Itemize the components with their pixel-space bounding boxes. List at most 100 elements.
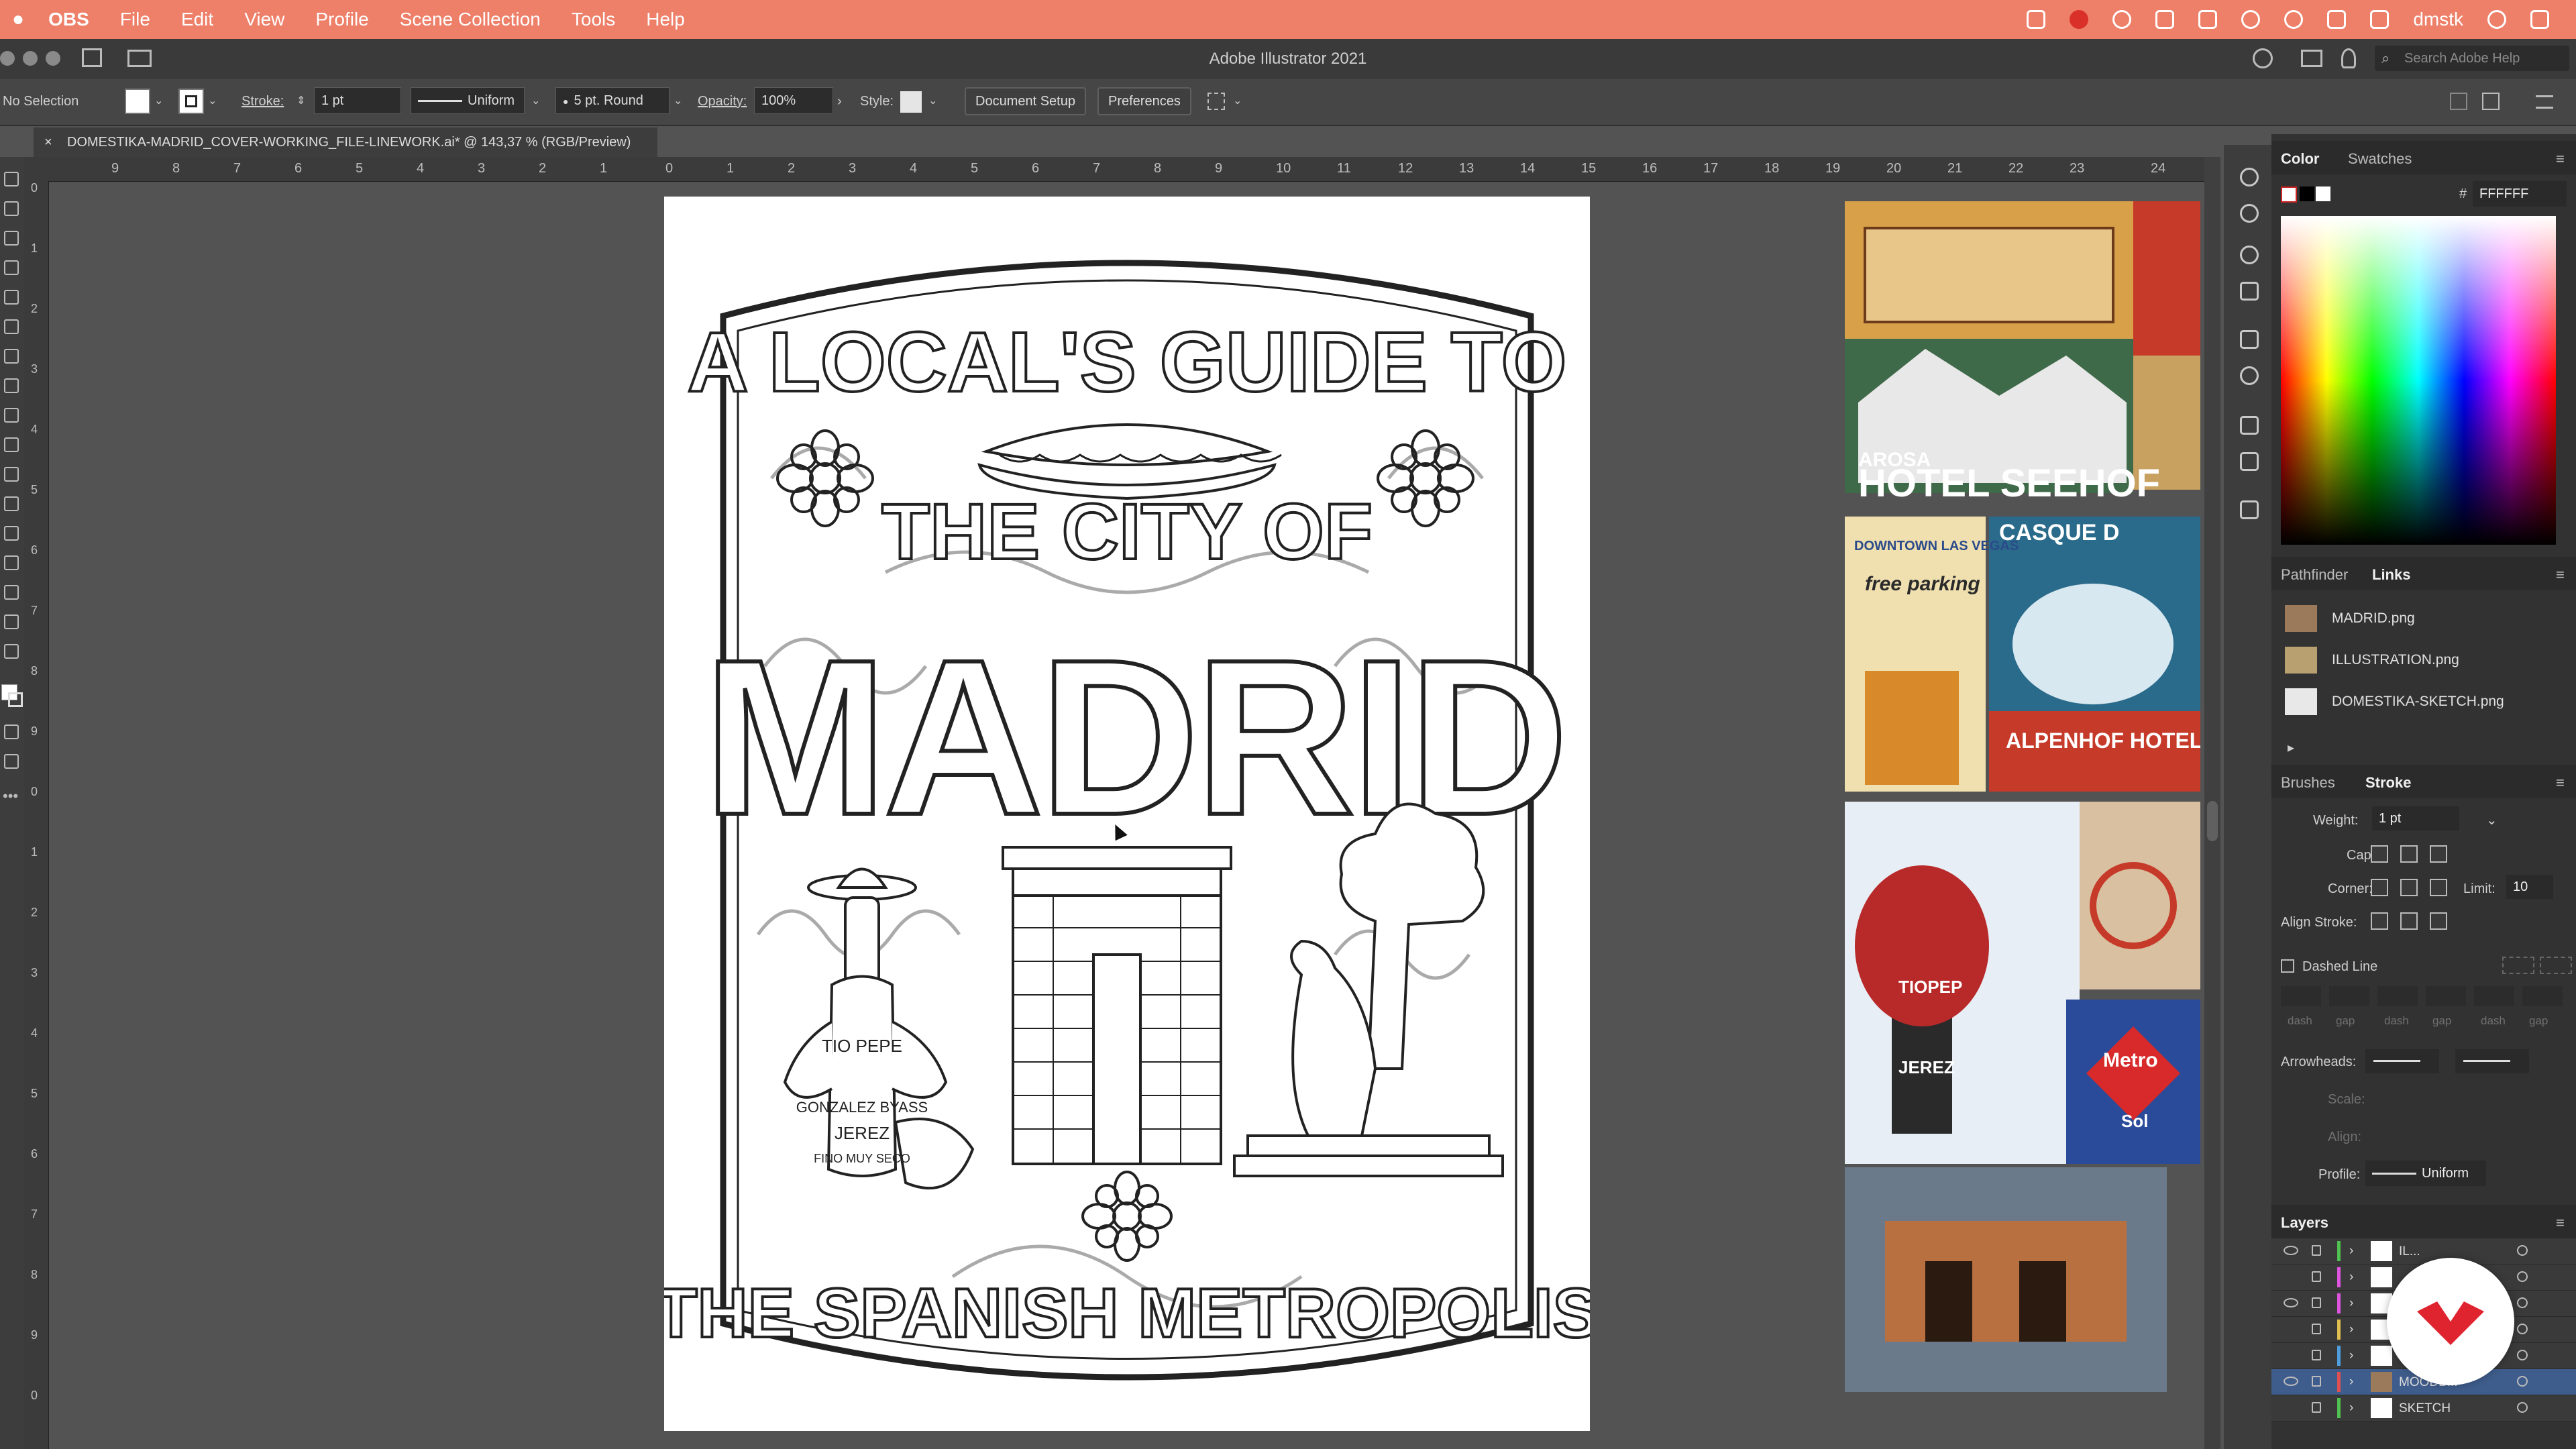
menu-app-name[interactable]: OBS <box>48 9 89 30</box>
tab-color[interactable]: Color <box>2281 150 2319 168</box>
apple-icon[interactable]: ● <box>12 8 24 31</box>
layer-target-icon[interactable] <box>2517 1350 2528 1360</box>
dash-fields[interactable] <box>2281 986 2569 1008</box>
arrange-documents-icon[interactable] <box>2301 50 2322 67</box>
shape-builder-tool-icon[interactable] <box>4 555 19 570</box>
rotate-tool-icon[interactable] <box>4 378 19 393</box>
bluetooth-icon[interactable] <box>2241 10 2261 29</box>
menu-scene-collection[interactable]: Scene Collection <box>400 9 541 30</box>
tab-pathfinder[interactable]: Pathfinder <box>2281 566 2348 584</box>
export-panel-icon[interactable] <box>2240 500 2259 519</box>
limit-field[interactable]: 10 <box>2506 875 2553 899</box>
control-bar-menu-icon[interactable] <box>2536 95 2553 109</box>
warp-tool-icon[interactable] <box>4 437 19 452</box>
align-inside-icon[interactable] <box>2400 912 2418 930</box>
stroke-panel-menu-icon[interactable]: ≡ <box>2556 774 2565 792</box>
direct-selection-tool-icon[interactable] <box>4 201 19 216</box>
hex-input[interactable]: FFFFFF <box>2473 181 2567 207</box>
lock-icon[interactable] <box>2312 1271 2321 1282</box>
weight-dropdown-icon[interactable]: ⌄ <box>2486 812 2498 828</box>
share-icon[interactable] <box>2253 48 2273 68</box>
layer-target-icon[interactable] <box>2517 1402 2528 1413</box>
layers-panel-title[interactable]: Layers <box>2281 1214 2328 1232</box>
lock-icon[interactable] <box>2312 1402 2321 1413</box>
stroke-label[interactable]: Stroke: <box>241 94 284 109</box>
close-document-icon[interactable]: × <box>44 135 52 150</box>
style-dropdown-icon[interactable]: ⌄ <box>928 94 937 107</box>
creative-cloud-icon[interactable] <box>2027 10 2046 29</box>
dash-align-corners-icon[interactable] <box>2502 957 2534 974</box>
type-tool-icon[interactable] <box>4 349 19 364</box>
draw-mode-icon[interactable] <box>4 724 19 739</box>
tab-links[interactable]: Links <box>2372 566 2410 584</box>
brush-dropdown-icon[interactable]: ⌄ <box>674 94 682 107</box>
color-panel-menu-icon[interactable]: ≡ <box>2556 150 2565 168</box>
round-join-icon[interactable] <box>2400 879 2418 896</box>
layers-panel-menu-icon[interactable]: ≡ <box>2556 1214 2565 1232</box>
graphic-style-swatch[interactable] <box>900 91 922 113</box>
butt-cap-icon[interactable] <box>2371 845 2388 863</box>
vertical-ruler[interactable]: 0 1 2 3 4 5 6 7 8 9 0 1 2 3 4 5 6 7 8 9 … <box>24 181 49 1449</box>
variable-width-profile[interactable]: Uniform <box>411 87 525 114</box>
eyedropper-tool-icon[interactable] <box>4 496 19 511</box>
canvas-vertical-scrollbar[interactable] <box>2204 157 2220 1449</box>
weight-field[interactable]: 1 pt <box>2372 806 2459 830</box>
calendar-icon[interactable] <box>2327 10 2347 29</box>
lock-icon[interactable] <box>2312 1350 2321 1360</box>
stroke-swatch[interactable] <box>178 89 204 114</box>
white-swatch-icon[interactable] <box>2316 186 2330 201</box>
display-icon[interactable] <box>2198 10 2218 29</box>
links-expand-icon[interactable]: ▸ <box>2288 739 2294 756</box>
lock-icon[interactable] <box>2312 1324 2321 1334</box>
align-panel-icon[interactable] <box>2240 452 2259 471</box>
volume-icon[interactable] <box>2370 10 2390 29</box>
preferences-button[interactable]: Preferences <box>1097 87 1191 115</box>
zoom-tool-icon[interactable] <box>4 644 19 659</box>
artboard[interactable]: A LOCAL'S GUIDE TO THE CITY OF MADRID TH… <box>653 197 1601 1431</box>
control-center-icon[interactable] <box>2530 10 2549 29</box>
layer-expand-icon[interactable]: › <box>2349 1296 2353 1311</box>
link-item[interactable]: ILLUSTRATION.png <box>2285 641 2567 679</box>
layer-expand-icon[interactable]: › <box>2349 1401 2353 1415</box>
opacity-field[interactable]: 100% <box>754 87 833 114</box>
round-cap-icon[interactable] <box>2400 845 2418 863</box>
horizontal-ruler[interactable]: 9 8 7 6 5 4 3 2 1 0 1 2 3 4 5 6 7 8 9 10… <box>24 157 2204 182</box>
quick-actions-icon[interactable] <box>1208 93 1225 110</box>
record-icon[interactable] <box>2070 10 2089 29</box>
curvature-tool-icon[interactable] <box>4 260 19 275</box>
layer-target-icon[interactable] <box>2517 1297 2528 1308</box>
spotlight-search-icon[interactable] <box>2487 10 2506 29</box>
color-spectrum[interactable] <box>2281 216 2556 545</box>
blend-tool-icon[interactable] <box>4 526 19 541</box>
layer-expand-icon[interactable]: › <box>2349 1375 2353 1389</box>
layer-expand-icon[interactable]: › <box>2349 1348 2353 1363</box>
quick-actions-dropdown-icon[interactable]: ⌄ <box>1233 94 1242 107</box>
selection-tool-icon[interactable] <box>4 172 19 186</box>
stroke-stepper-icon[interactable]: ⇕ <box>297 94 305 107</box>
lock-icon[interactable] <box>2312 1245 2321 1256</box>
menu-edit[interactable]: Edit <box>181 9 213 30</box>
moodboard-collage[interactable]: HOTEL SEEHOF AROSA CASQUE D DOWNTOWN LAS… <box>1845 201 2202 1392</box>
align-center-icon[interactable] <box>2371 912 2388 930</box>
gradient-tool-icon[interactable] <box>4 467 19 482</box>
menu-view[interactable]: View <box>244 9 284 30</box>
paintbrush-tool-icon[interactable] <box>4 319 19 334</box>
stroke-profile-select[interactable]: Uniform <box>2365 1161 2486 1186</box>
visibility-eye-icon[interactable] <box>2284 1377 2298 1386</box>
opacity-label[interactable]: Opacity: <box>698 94 747 109</box>
stroke-weight-field[interactable]: 1 pt <box>314 87 401 114</box>
scrollbar-thumb[interactable] <box>2207 801 2218 841</box>
profile-dropdown-icon[interactable]: ⌄ <box>531 94 540 107</box>
menu-file[interactable]: File <box>120 9 150 30</box>
tab-swatches[interactable]: Swatches <box>2348 150 2412 168</box>
lock-icon[interactable] <box>2312 1376 2321 1387</box>
stroke-dropdown-icon[interactable]: ⌄ <box>208 94 217 107</box>
layer-target-icon[interactable] <box>2517 1324 2528 1334</box>
rectangle-tool-icon[interactable] <box>4 290 19 305</box>
discover-icon[interactable] <box>2341 48 2356 68</box>
dashed-line-checkbox[interactable] <box>2281 959 2294 973</box>
bevel-join-icon[interactable] <box>2430 879 2447 896</box>
brush-definition[interactable]: ● 5 pt. Round <box>555 87 669 114</box>
stroke-color-icon[interactable] <box>8 692 23 707</box>
menubar-user[interactable]: dmstk <box>2413 9 2463 30</box>
